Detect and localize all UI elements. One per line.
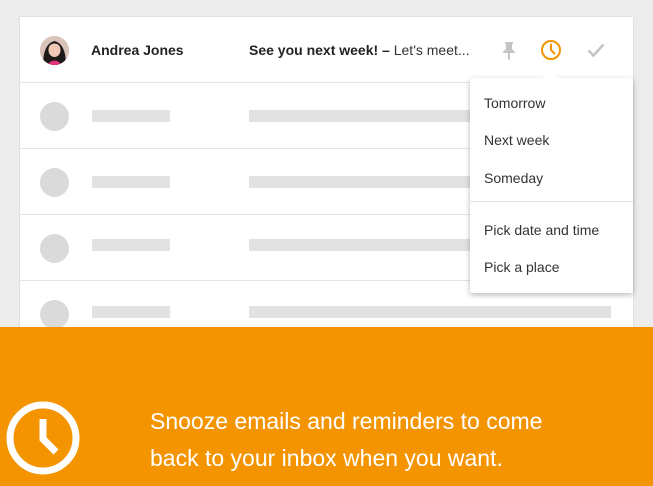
menu-item-someday[interactable]: Someday bbox=[484, 170, 543, 186]
menu-divider bbox=[470, 201, 633, 202]
avatar bbox=[40, 36, 69, 65]
email-subject: See you next week! – bbox=[249, 42, 390, 58]
email-preview: Let's meet... bbox=[393, 42, 470, 58]
sender-placeholder bbox=[92, 239, 170, 251]
checkmark-icon[interactable] bbox=[584, 38, 608, 62]
banner-line-1: Snooze emails and reminders to come bbox=[150, 408, 543, 434]
snooze-menu: Tomorrow Next week Someday Pick date and… bbox=[470, 78, 633, 293]
sender-placeholder bbox=[92, 176, 170, 188]
pin-icon[interactable] bbox=[497, 38, 521, 62]
avatar-placeholder bbox=[40, 234, 69, 263]
banner-message: Snooze emails and reminders to come back… bbox=[150, 403, 630, 477]
avatar-placeholder bbox=[40, 168, 69, 197]
avatar-placeholder bbox=[40, 102, 69, 131]
banner-line-2: back to your inbox when you want. bbox=[150, 445, 503, 471]
menu-item-tomorrow[interactable]: Tomorrow bbox=[484, 95, 545, 111]
menu-item-next-week[interactable]: Next week bbox=[484, 132, 549, 148]
sender-placeholder bbox=[92, 110, 170, 122]
email-subject-line: See you next week! – Let's meet... bbox=[249, 42, 470, 58]
preview-placeholder bbox=[249, 306, 611, 318]
sender-name: Andrea Jones bbox=[91, 42, 184, 58]
feature-banner: Snooze emails and reminders to come back… bbox=[0, 327, 653, 486]
sender-placeholder bbox=[92, 306, 170, 318]
clock-icon bbox=[4, 399, 82, 477]
menu-item-pick-date-time[interactable]: Pick date and time bbox=[484, 222, 599, 238]
avatar-placeholder bbox=[40, 300, 69, 329]
menu-caret bbox=[542, 70, 558, 78]
menu-item-pick-place[interactable]: Pick a place bbox=[484, 259, 559, 275]
clock-icon[interactable] bbox=[539, 38, 563, 62]
